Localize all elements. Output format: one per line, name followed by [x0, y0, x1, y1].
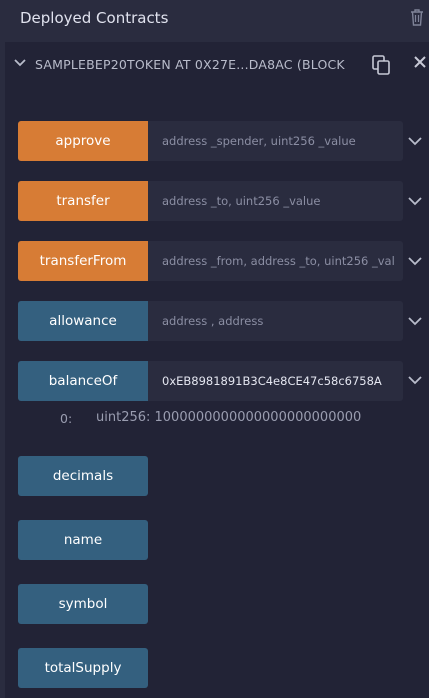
approve-button[interactable]: approve: [18, 121, 148, 161]
trash-icon[interactable]: [409, 8, 425, 26]
transferfrom-params-input[interactable]: [148, 241, 403, 281]
transfer-params-input[interactable]: [148, 181, 403, 221]
result-index: 0:: [60, 411, 73, 426]
transfer-button[interactable]: transfer: [18, 181, 148, 221]
chevron-down-icon[interactable]: [408, 316, 422, 326]
balanceof-result: uint256: 1000000000000000000000000: [96, 410, 362, 425]
contract-header[interactable]: SAMPLEBEP20TOKEN AT 0X27E...DA8AC (BLOCK: [5, 42, 429, 86]
chevron-down-icon[interactable]: [408, 136, 422, 146]
chevron-down-icon[interactable]: [408, 256, 422, 266]
copy-icon[interactable]: [372, 55, 390, 75]
symbol-button[interactable]: symbol: [18, 584, 148, 624]
approve-params-input[interactable]: [148, 121, 403, 161]
page-title: Deployed Contracts: [20, 9, 169, 27]
name-button[interactable]: name: [18, 520, 148, 560]
balanceof-params-input[interactable]: [148, 361, 403, 401]
contract-title: SAMPLEBEP20TOKEN AT 0X27E...DA8AC (BLOCK: [35, 57, 345, 72]
balanceof-button[interactable]: balanceOf: [18, 361, 148, 401]
transferfrom-button[interactable]: transferFrom: [18, 241, 148, 281]
deployed-contracts-header: Deployed Contracts: [0, 0, 429, 38]
chevron-down-icon[interactable]: [408, 196, 422, 206]
allowance-params-input[interactable]: [148, 301, 403, 341]
chevron-down-icon[interactable]: [14, 58, 26, 68]
close-icon[interactable]: [414, 56, 426, 68]
totalsupply-button[interactable]: totalSupply: [18, 648, 148, 688]
decimals-button[interactable]: decimals: [18, 456, 148, 496]
chevron-down-icon[interactable]: [408, 375, 422, 385]
allowance-button[interactable]: allowance: [18, 301, 148, 341]
